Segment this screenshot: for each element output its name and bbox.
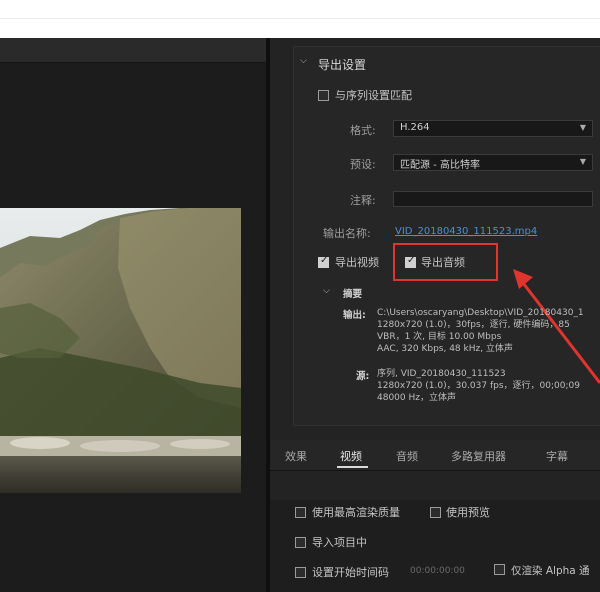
format-dropdown[interactable]: H.264 ▼	[393, 120, 593, 137]
summary-chevron-icon[interactable]: ⌵	[323, 286, 330, 296]
preset-dropdown[interactable]: 匹配源 - 高比特率 ▼	[393, 154, 593, 171]
summary-source-line: 48000 Hz，立体声	[377, 393, 456, 403]
output-name-link[interactable]: VID_20180430_111523.mp4	[395, 226, 537, 237]
preset-value: 匹配源 - 高比特率	[400, 160, 480, 171]
top-divider-line	[0, 18, 600, 19]
collapse-chevron-icon[interactable]: ⌵	[300, 56, 307, 66]
max-render-quality-label: 使用最高渲染质量	[312, 506, 400, 519]
import-into-project-label: 导入项目中	[312, 536, 367, 549]
preview-header	[0, 38, 266, 63]
summary-title: 摘要	[343, 289, 363, 300]
render-alpha-checkbox[interactable]	[494, 564, 505, 575]
landscape-thumbnail	[0, 208, 241, 493]
tab-video[interactable]: 视频	[340, 448, 362, 464]
active-tab-indicator	[337, 466, 368, 468]
tab-captions[interactable]: 字幕	[546, 448, 568, 464]
chevron-down-icon: ▼	[579, 123, 586, 132]
summary-output-block: C:\Users\oscaryang\Desktop\VID_20180430_…	[377, 307, 584, 355]
chevron-down-icon: ▼	[579, 157, 586, 166]
format-value: H.264	[400, 122, 430, 133]
summary-output-line: AAC, 320 Kbps, 48 kHz, 立体声	[377, 344, 513, 354]
match-sequence-label: 与序列设置匹配	[335, 89, 412, 102]
section-title: 导出设置	[318, 58, 367, 72]
summary-source-label: 源:	[356, 371, 370, 382]
max-render-quality-checkbox[interactable]	[295, 507, 306, 518]
summary-output-label: 输出:	[343, 310, 366, 321]
format-label: 格式:	[350, 124, 376, 137]
use-previews-label: 使用预览	[446, 506, 490, 519]
output-name-label: 输出名称:	[323, 227, 371, 240]
tab-multiplexer[interactable]: 多路复用器	[451, 448, 506, 464]
set-start-timecode-checkbox[interactable]	[295, 567, 306, 578]
export-video-label: 导出视频	[335, 256, 379, 269]
highlight-box	[393, 243, 498, 281]
summary-output-line: VBR，1 次, 目标 10.00 Mbps	[377, 332, 502, 342]
use-previews-checkbox[interactable]	[430, 507, 441, 518]
tab-effects[interactable]: 效果	[285, 448, 307, 464]
export-video-checkbox[interactable]	[318, 255, 329, 268]
preset-label: 预设:	[350, 158, 376, 171]
summary-output-line: 1280x720 (1.0)，30fps，逐行, 硬件编码，85	[377, 320, 570, 330]
start-timecode-value[interactable]: 00:00:00:00	[410, 566, 465, 576]
render-alpha-label: 仅渲染 Alpha 通	[511, 565, 590, 577]
top-white-bar	[0, 0, 600, 38]
video-preview-frame	[0, 208, 241, 493]
comment-label: 注释:	[350, 194, 376, 207]
match-sequence-checkbox[interactable]	[318, 90, 329, 101]
summary-source-line: 序列, VID_20180430_111523	[377, 369, 506, 379]
summary-source-line: 1280x720 (1.0)，30.037 fps，逐行，00;00;09	[377, 381, 580, 391]
tab-audio[interactable]: 音频	[396, 448, 418, 464]
import-into-project-checkbox[interactable]	[295, 537, 306, 548]
set-start-timecode-label: 设置开始时间码	[312, 566, 389, 579]
comment-input[interactable]	[393, 191, 593, 207]
summary-source-block: 序列, VID_20180430_111523 1280x720 (1.0)，3…	[377, 368, 580, 404]
summary-output-line: C:\Users\oscaryang\Desktop\VID_20180430_…	[377, 308, 584, 318]
